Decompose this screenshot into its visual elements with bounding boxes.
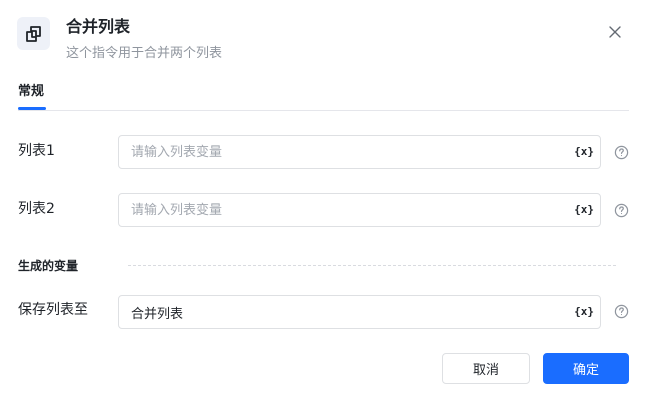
variable-picker-button[interactable]: {x}: [574, 144, 594, 160]
list1-label: 列表1: [18, 143, 55, 159]
dialog-subtitle: 这个指令用于合并两个列表: [66, 46, 223, 61]
tab-bar: 常规: [18, 82, 629, 111]
list2-label: 列表2: [18, 201, 55, 217]
save-list-to-label: 保存列表至: [18, 302, 88, 318]
save-list-to-field: {x}: [118, 295, 601, 329]
output-section-title: 生成的变量: [18, 259, 79, 273]
close-button[interactable]: [605, 22, 625, 42]
list2-input[interactable]: [119, 194, 559, 226]
list1-input[interactable]: [119, 136, 559, 168]
list1-field: {x}: [118, 135, 601, 169]
tab-general[interactable]: 常规: [18, 82, 44, 102]
confirm-button[interactable]: 确定: [543, 353, 629, 384]
save-list-to-input[interactable]: [119, 296, 559, 328]
variable-picker-button[interactable]: {x}: [574, 202, 594, 218]
help-icon: [614, 304, 628, 318]
variable-picker-button[interactable]: {x}: [574, 304, 594, 320]
section-divider: [128, 265, 616, 266]
tab-active-indicator: [18, 107, 46, 110]
list2-field: {x}: [118, 193, 601, 227]
cancel-button[interactable]: 取消: [442, 353, 530, 384]
dialog-title: 合并列表: [66, 17, 131, 36]
merge-list-dialog: 合并列表 这个指令用于合并两个列表 常规 列表1 {x} 列表2 {x}: [0, 0, 648, 402]
merge-list-icon: [17, 17, 50, 50]
help-button[interactable]: [613, 144, 629, 160]
help-icon: [614, 145, 628, 159]
help-icon: [614, 203, 628, 217]
help-button[interactable]: [613, 303, 629, 319]
help-button[interactable]: [613, 202, 629, 218]
close-icon: [609, 26, 621, 38]
